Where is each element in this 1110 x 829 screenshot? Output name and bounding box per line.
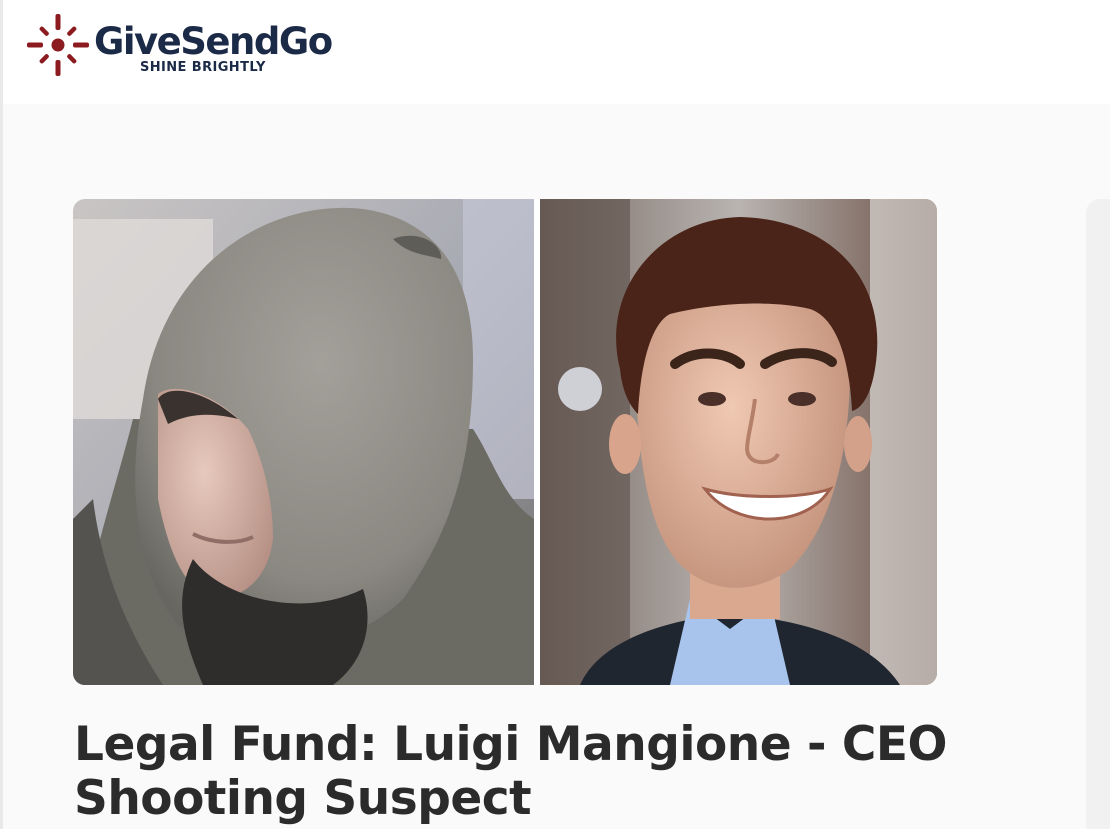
campaign-title: Legal Fund: Luigi Mangione - CEO Shootin… xyxy=(74,717,947,826)
sun-burst-logo-icon xyxy=(27,14,89,76)
donation-sidebar-card xyxy=(1086,199,1110,829)
brand-wordmark: GiveSendGo xyxy=(94,20,333,63)
logo-link[interactable]: GiveSendGo SHINE BRIGHTLY xyxy=(25,12,345,82)
page: GiveSendGo SHINE BRIGHTLY Legal Fund: Lu… xyxy=(0,0,1110,829)
site-header: GiveSendGo SHINE BRIGHTLY xyxy=(3,0,1110,104)
brand-tagline: SHINE BRIGHTLY xyxy=(140,60,266,75)
campaign-content: Legal Fund: Luigi Mangione - CEO Shootin… xyxy=(3,104,1110,829)
smiling-man-portrait-photo xyxy=(540,199,937,685)
campaign-hero-image[interactable] xyxy=(73,199,937,685)
hooded-person-surveillance-photo xyxy=(73,199,534,685)
